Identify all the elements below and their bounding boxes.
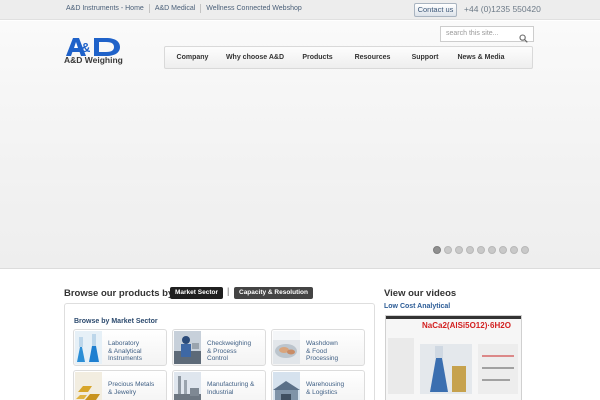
sector-tile-washdown[interactable]: Washdown & Food Processing — [271, 329, 365, 366]
sector-tile-manufacturing[interactable]: Manufacturing & Industrial — [172, 370, 266, 400]
nav-news-media[interactable]: News & Media — [450, 47, 512, 68]
sector-tile-label: Laboratory & Analytical Instruments — [108, 340, 142, 362]
top-links: A&D Instruments - Home A&D Medical Welln… — [66, 4, 307, 13]
slider-dot[interactable] — [433, 246, 441, 254]
nav-support[interactable]: Support — [400, 47, 450, 68]
sector-tile-label: Warehousing & Logistics — [306, 381, 345, 396]
slider-dot[interactable] — [488, 246, 496, 254]
video-thumbnail[interactable]: NaCa2(AlSi5O12)·6H2O — [385, 315, 522, 400]
logo-wordmark: A&D Weighing — [64, 55, 123, 65]
svg-text:&: & — [81, 40, 90, 55]
slider-pagination — [433, 246, 532, 254]
food-processing-icon — [273, 331, 300, 364]
sector-tile-label: Precious Metals & Jewelry — [108, 381, 155, 396]
sector-tile-warehousing[interactable]: Warehousing & Logistics — [271, 370, 365, 400]
sector-heading: Browse by Market Sector — [74, 318, 158, 325]
slider-dot[interactable] — [477, 246, 485, 254]
filter-market-sector-button[interactable]: Market Sector — [170, 287, 223, 299]
slider-dot[interactable] — [444, 246, 452, 254]
market-sector-panel: Browse by Market Sector Laboratory & Ana… — [64, 303, 375, 400]
sector-tile-checkweighing[interactable]: Checkweighing & Process Control — [172, 329, 266, 366]
video-formula-text: NaCa2(AlSi5O12)·6H2O — [422, 321, 511, 330]
lab-flasks-icon — [75, 331, 102, 364]
slider-dot[interactable] — [466, 246, 474, 254]
search-input[interactable]: search this site... — [440, 26, 534, 43]
nav-resources[interactable]: Resources — [345, 47, 400, 68]
main-navigation: Company Why choose A&D Products Resource… — [164, 46, 533, 69]
slider-dot[interactable] — [521, 246, 529, 254]
sector-tile-precious-metals[interactable]: Precious Metals & Jewelry — [73, 370, 167, 400]
videos-title: View our videos — [384, 288, 457, 299]
sector-tile-laboratory[interactable]: Laboratory & Analytical Instruments — [73, 329, 167, 366]
browse-title: Browse our products by: — [64, 288, 177, 299]
nav-products[interactable]: Products — [290, 47, 345, 68]
filter-separator: | — [227, 286, 230, 296]
filter-capacity-resolution-button[interactable]: Capacity & Resolution — [234, 287, 313, 299]
contact-us-button[interactable]: Contact us — [414, 3, 457, 17]
gold-bars-icon — [75, 372, 102, 400]
nav-why-choose[interactable]: Why choose A&D — [220, 47, 290, 68]
top-link-medical[interactable]: A&D Medical — [150, 4, 202, 13]
search-placeholder: search this site... — [446, 30, 499, 37]
top-utility-bar: A&D Instruments - Home A&D Medical Welln… — [0, 0, 600, 20]
nav-company[interactable]: Company — [165, 47, 220, 68]
warehouse-icon — [273, 372, 300, 400]
slider-dot[interactable] — [510, 246, 518, 254]
slider-dot[interactable] — [499, 246, 507, 254]
checkweighing-icon — [174, 331, 201, 364]
search-icon[interactable] — [519, 30, 528, 43]
top-link-webshop[interactable]: Wellness Connected Webshop — [201, 4, 306, 13]
slider-dot[interactable] — [455, 246, 463, 254]
sector-tile-label: Checkweighing & Process Control — [207, 340, 252, 362]
video-subtitle[interactable]: Low Cost Analytical — [384, 303, 450, 310]
factory-icon — [174, 372, 201, 400]
sector-tile-label: Manufacturing & Industrial — [207, 381, 255, 396]
phone-number: +44 (0)1235 550420 — [464, 4, 541, 14]
sector-tile-label: Washdown & Food Processing — [306, 340, 339, 362]
top-link-home[interactable]: A&D Instruments - Home — [66, 4, 150, 13]
